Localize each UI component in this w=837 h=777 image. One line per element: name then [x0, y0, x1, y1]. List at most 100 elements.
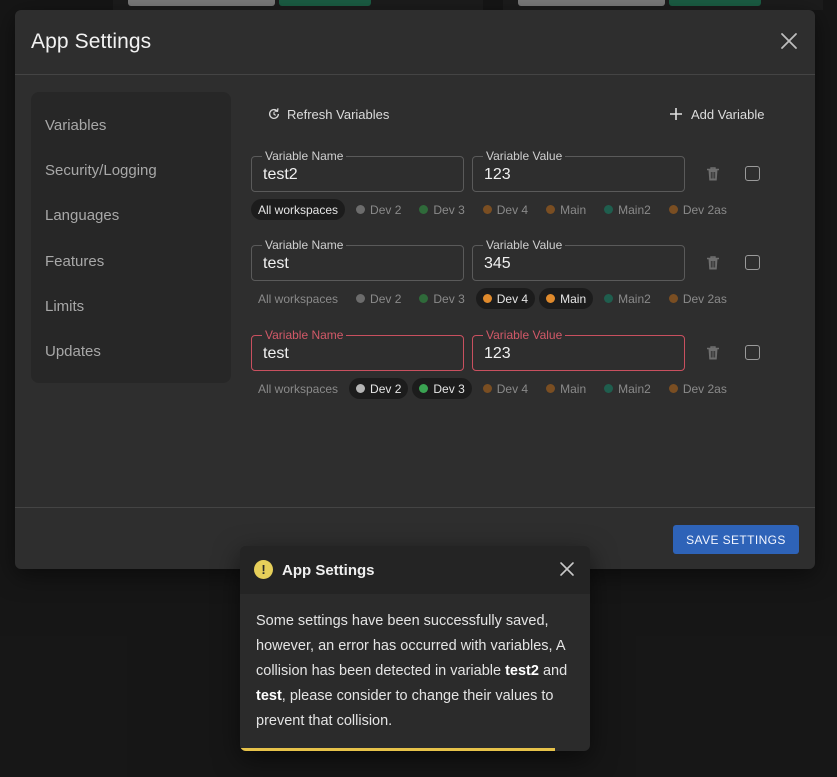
workspace-chip[interactable]: Dev 2 [349, 199, 408, 220]
status-dot-icon [482, 384, 492, 393]
workspace-chip[interactable]: All workspaces [251, 288, 345, 309]
status-dot-icon [482, 294, 492, 303]
variable-value-field-value: 123 [484, 166, 511, 183]
variable-value-field-label: Variable Value [483, 328, 566, 342]
workspace-chip[interactable]: Dev 3 [412, 378, 472, 399]
status-dot-icon [668, 384, 678, 393]
trash-icon[interactable] [704, 254, 722, 272]
workspace-chips: All workspaces Dev 2 Dev 3 Dev 4 Main Main2 De… [251, 199, 734, 220]
toast-message: Some settings have been successfully sav… [256, 613, 568, 729]
workspace-chip[interactable]: Main2 [597, 288, 658, 309]
status-dot-icon [419, 294, 429, 303]
workspace-chip-label: Dev 2as [682, 381, 727, 396]
refresh-variables-label: Refresh Variables [287, 106, 390, 122]
workspace-chip[interactable]: Main [539, 288, 594, 309]
variable-name-field[interactable]: Variable Name test [251, 238, 464, 281]
workspace-chip[interactable]: Dev 3 [412, 199, 471, 220]
refresh-variables-button[interactable]: Refresh Variables [267, 104, 389, 124]
sidebar-item-features[interactable]: Features [45, 253, 104, 270]
workspace-chip[interactable]: Dev 4 [476, 378, 535, 399]
workspace-chip[interactable]: Dev 2as [662, 288, 734, 309]
toast-variable-name: test2 [505, 663, 539, 679]
status-dot-icon [604, 384, 614, 393]
variable-row: Variable Name test Variable Value 345 All wo… [251, 238, 799, 325]
variable-value-field-label: Variable Value [483, 238, 566, 252]
modal-title: App Settings [31, 30, 152, 53]
workspace-chip[interactable]: Dev 2as [662, 378, 734, 399]
status-dot-icon [546, 205, 556, 214]
workspace-chip-label: Main2 [618, 202, 651, 217]
status-dot-icon [604, 205, 614, 214]
workspace-chip[interactable]: Main2 [597, 378, 658, 399]
variable-name-field[interactable]: Variable Name test [251, 328, 464, 371]
workspace-chip-label: Dev 3 [433, 202, 465, 217]
variable-row: Variable Name test2 Variable Value 123 All w… [251, 149, 799, 236]
workspace-chip[interactable]: Main [539, 378, 593, 399]
variable-row: Variable Name test Variable Value 123 All wo… [251, 328, 799, 415]
close-icon[interactable] [558, 560, 576, 578]
workspace-chip-label: Main [560, 202, 587, 217]
workspace-chip-label: Dev 3 [433, 291, 465, 306]
workspace-chip[interactable]: Main2 [597, 199, 658, 220]
status-dot-icon [604, 294, 614, 303]
status-dot-icon [356, 205, 366, 214]
error-toast: ! App Settings Some settings have been s… [240, 546, 590, 751]
sidebar-item-updates[interactable]: Updates [45, 343, 101, 360]
workspace-chip[interactable]: Dev 2as [662, 199, 734, 220]
toast-variable-name: test [256, 688, 282, 704]
variable-name-field-label: Variable Name [262, 149, 347, 163]
workspace-chip-label: Dev 4 [496, 202, 529, 217]
trash-icon[interactable] [704, 344, 722, 362]
toast-progress-bar [240, 748, 555, 751]
variable-name-field[interactable]: Variable Name test2 [251, 149, 464, 192]
status-dot-icon [546, 384, 556, 393]
workspace-chip[interactable]: Dev 2 [349, 288, 408, 309]
sidebar-item-languages[interactable]: Languages [45, 207, 119, 224]
warning-icon: ! [254, 560, 273, 579]
variable-value-field[interactable]: Variable Value 123 [472, 328, 685, 371]
variable-value-field[interactable]: Variable Value 123 [472, 149, 685, 192]
status-dot-icon [356, 384, 366, 393]
workspace-chip[interactable]: All workspaces [251, 199, 346, 220]
variable-select-checkbox[interactable] [745, 345, 760, 360]
workspace-chip[interactable]: Dev 4 [475, 288, 536, 309]
workspace-chip[interactable]: Main [539, 199, 593, 220]
add-variable-button[interactable]: Add Variable [669, 104, 764, 124]
trash-icon[interactable] [704, 165, 722, 183]
workspace-chip-label: Main [560, 381, 587, 396]
workspace-chip[interactable]: Dev 2 [349, 378, 409, 399]
variable-select-checkbox[interactable] [745, 255, 760, 270]
save-settings-button[interactable]: SAVE SETTINGS [673, 525, 799, 554]
workspace-chip-label: Main2 [618, 381, 651, 396]
variable-value-field[interactable]: Variable Value 345 [472, 238, 685, 281]
variable-name-field-label: Variable Name [262, 328, 347, 342]
variable-name-field-value: test2 [263, 166, 298, 183]
workspace-chip-label: Main2 [618, 291, 651, 306]
add-variable-label: Add Variable [691, 106, 765, 122]
workspace-chips: All workspaces Dev 2 Dev 3 Dev 4 Main Main2 De… [251, 378, 734, 399]
variable-value-field-value: 345 [484, 255, 511, 272]
workspace-chip-label: All workspaces [258, 291, 339, 306]
modal-header: App Settings [15, 10, 815, 75]
sidebar-item-limits[interactable]: Limits [45, 298, 84, 315]
sidebar-item-security-logging[interactable]: Security/Logging [45, 162, 157, 179]
variable-value-field-value: 123 [484, 345, 511, 362]
workspace-chip[interactable]: Dev 4 [476, 199, 535, 220]
status-dot-icon [668, 294, 678, 303]
toast-title: App Settings [282, 562, 375, 579]
status-dot-icon [419, 205, 429, 214]
status-dot-icon [356, 294, 366, 303]
workspace-chip-label: Main [560, 291, 587, 306]
status-dot-icon [668, 205, 678, 214]
status-dot-icon [419, 384, 429, 393]
close-icon[interactable] [779, 31, 799, 51]
workspace-chips: All workspaces Dev 2 Dev 3 Dev 4 Main Main2 De… [251, 288, 734, 309]
workspace-chip-label: Dev 2 [370, 202, 402, 217]
refresh-icon [268, 108, 280, 119]
sidebar-item-variables[interactable]: Variables [45, 117, 106, 134]
workspace-chip-label: Dev 2as [682, 202, 727, 217]
variable-select-checkbox[interactable] [745, 166, 760, 181]
workspace-chip-label: All workspaces [258, 202, 339, 217]
workspace-chip[interactable]: Dev 3 [412, 288, 471, 309]
workspace-chip[interactable]: All workspaces [251, 378, 345, 399]
